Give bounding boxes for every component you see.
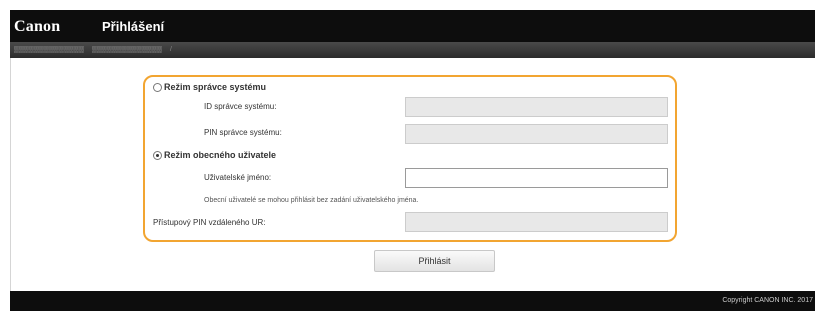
admin-mode-option[interactable]: Režim správce systému xyxy=(153,82,266,92)
breadcrumb-device-name: ▒▒▒▒▒▒▒▒▒▒▒▒▒▒▒▒▒▒▒▒ xyxy=(14,46,84,53)
admin-mode-label: Režim správce systému xyxy=(164,82,267,92)
admin-id-label: ID správce systému: xyxy=(204,102,277,111)
general-mode-option[interactable]: Režim obecného uživatele xyxy=(153,150,276,160)
admin-mode-radio[interactable] xyxy=(153,82,162,92)
admin-pin-label: PIN správce systému: xyxy=(204,128,282,137)
breadcrumb-device-model: ▒▒▒▒▒▒▒▒▒▒▒▒▒▒▒▒▒▒▒▒ xyxy=(92,46,162,53)
admin-pin-field[interactable] xyxy=(405,124,668,144)
remote-pin-field[interactable] xyxy=(405,212,668,232)
breadcrumb-bar: ▒▒▒▒▒▒▒▒▒▒▒▒▒▒▒▒▒▒▒▒ ▒▒▒▒▒▒▒▒▒▒▒▒▒▒▒▒▒▒▒… xyxy=(10,42,815,58)
general-mode-label: Režim obecného uživatele xyxy=(164,150,277,160)
header-bar: Canon Přihlášení xyxy=(10,10,815,42)
breadcrumb-separator: / xyxy=(170,46,172,53)
username-input[interactable] xyxy=(405,168,668,188)
login-button[interactable]: Přihlásit xyxy=(374,250,495,272)
canon-logo: Canon xyxy=(14,18,61,35)
username-label: Uživatelské jméno: xyxy=(204,173,272,182)
copyright-text: Copyright CANON INC. 2017 xyxy=(722,297,813,304)
footer-bar: Copyright CANON INC. 2017 xyxy=(10,291,815,311)
remote-pin-label: Přístupový PIN vzdáleného UR: xyxy=(153,218,266,227)
general-user-note: Obecní uživatelé se mohou přihlásit bez … xyxy=(204,197,419,204)
admin-id-field[interactable] xyxy=(405,97,668,117)
page-title: Přihlášení xyxy=(102,19,165,34)
general-mode-radio[interactable] xyxy=(153,150,162,160)
